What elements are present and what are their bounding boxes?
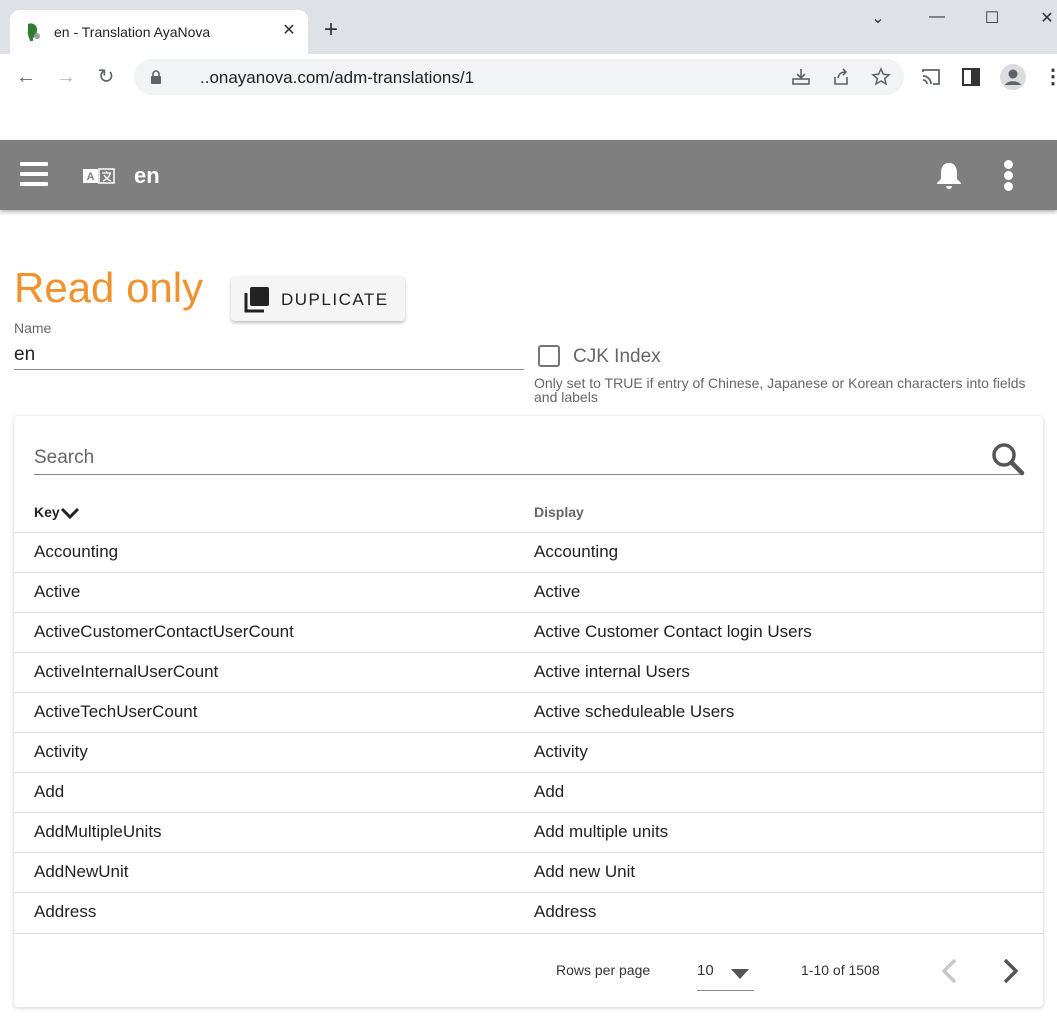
translate-icon: A bbox=[83, 168, 115, 184]
table-row[interactable]: ActiveTechUserCount Active scheduleable … bbox=[14, 693, 1043, 733]
search-input[interactable] bbox=[34, 444, 974, 472]
dropdown-arrow-icon bbox=[731, 969, 749, 979]
column-header-key[interactable]: Key bbox=[34, 504, 60, 520]
cell-display: Add bbox=[534, 782, 565, 801]
profile-avatar-icon[interactable] bbox=[1000, 64, 1026, 90]
next-page-icon[interactable] bbox=[1000, 956, 1022, 986]
cell-key: AddNewUnit bbox=[34, 862, 129, 881]
side-panel-icon[interactable] bbox=[960, 66, 982, 88]
address-bar[interactable]: ..onayanova.com/adm-translations/1 bbox=[134, 59, 904, 95]
notifications-bell-icon[interactable] bbox=[934, 160, 964, 190]
browser-toolbar: ← → ↻ ..onayanova.com/adm-translations/1… bbox=[0, 54, 1057, 100]
bookmark-star-icon[interactable] bbox=[871, 67, 891, 87]
cell-key: ActiveCustomerContactUserCount bbox=[34, 622, 294, 641]
svg-text:A: A bbox=[87, 171, 95, 183]
table-row[interactable]: Active Active bbox=[14, 573, 1043, 613]
cell-key: ActiveInternalUserCount bbox=[34, 662, 219, 681]
cell-display: Add multiple units bbox=[534, 822, 669, 841]
back-arrow-icon[interactable]: ← bbox=[15, 66, 37, 88]
browser-tabstrip: en - Translation AyaNova ✕ + ⌄ — ☐ ✕ bbox=[0, 0, 1057, 54]
lock-icon bbox=[151, 70, 161, 84]
cjk-index-checkbox[interactable] bbox=[538, 345, 560, 367]
cell-key: Activity bbox=[34, 742, 88, 761]
more-vert-icon[interactable] bbox=[1000, 160, 1016, 191]
previous-page-icon[interactable] bbox=[938, 956, 960, 986]
read-only-status: Read only bbox=[14, 264, 204, 311]
column-header-display[interactable]: Display bbox=[534, 504, 584, 520]
table-row[interactable]: Accounting Accounting bbox=[14, 533, 1043, 573]
table-header: Key Display bbox=[14, 496, 1043, 533]
rows-per-page-label: Rows per page bbox=[556, 962, 651, 978]
search-icon[interactable] bbox=[991, 442, 1025, 476]
browser-tab[interactable]: en - Translation AyaNova ✕ bbox=[10, 10, 308, 54]
table-row[interactable]: ActiveCustomerContactUserCount Active Cu… bbox=[14, 613, 1043, 653]
name-field[interactable]: en bbox=[14, 338, 524, 370]
cjk-index-hint: Only set to TRUE if entry of Chinese, Ja… bbox=[534, 375, 1026, 405]
table-row[interactable]: Address Address bbox=[14, 893, 1043, 934]
minimize-icon[interactable]: — bbox=[925, 8, 949, 32]
rows-per-page-value: 10 bbox=[697, 962, 714, 979]
cjk-index-label[interactable]: CJK Index bbox=[573, 346, 661, 368]
cell-key: Accounting bbox=[34, 542, 119, 561]
app-bar: A en bbox=[0, 140, 1057, 210]
cell-key: Add bbox=[34, 782, 65, 801]
cell-display: Address bbox=[534, 902, 597, 921]
table-row[interactable]: Add Add bbox=[14, 773, 1043, 813]
cast-icon[interactable] bbox=[920, 66, 942, 88]
translations-table-card: Key Display Accounting Accounting Active… bbox=[14, 416, 1043, 1007]
maximize-icon[interactable]: ☐ bbox=[980, 8, 1004, 32]
cell-display: Active internal Users bbox=[534, 662, 690, 681]
sort-descending-chevron-icon[interactable] bbox=[60, 506, 80, 520]
tab-title: en - Translation AyaNova bbox=[54, 24, 211, 40]
cell-display: Active bbox=[534, 582, 581, 601]
tab-close-icon[interactable]: ✕ bbox=[280, 20, 298, 40]
reload-icon[interactable]: ↻ bbox=[95, 66, 117, 88]
duplicate-label: DUPLICATE bbox=[281, 290, 389, 309]
forward-arrow-icon[interactable]: → bbox=[55, 66, 77, 88]
share-icon[interactable] bbox=[831, 67, 851, 87]
cell-display: Active Customer Contact login Users bbox=[534, 622, 812, 641]
menu-icon[interactable] bbox=[20, 162, 48, 186]
window-close-icon[interactable]: ✕ bbox=[1035, 8, 1057, 32]
page-range-text: 1-10 of 1508 bbox=[801, 962, 880, 978]
appbar-title: en bbox=[134, 163, 160, 188]
tab-search-chevron-icon[interactable]: ⌄ bbox=[866, 8, 890, 32]
cell-display: Accounting bbox=[534, 542, 619, 561]
duplicate-icon bbox=[244, 287, 269, 313]
duplicate-button[interactable]: DUPLICATE bbox=[231, 276, 405, 321]
install-app-icon[interactable] bbox=[791, 67, 811, 87]
cell-display: Active scheduleable Users bbox=[534, 702, 735, 721]
cell-display: Add new Unit bbox=[534, 862, 636, 881]
table-row[interactable]: AddNewUnit Add new Unit bbox=[14, 853, 1043, 893]
cell-display: Activity bbox=[534, 742, 588, 761]
browser-menu-icon[interactable]: ⋮ bbox=[1042, 66, 1057, 88]
rows-per-page-select[interactable]: 10 bbox=[697, 953, 754, 991]
table-row[interactable]: ActiveInternalUserCount Active internal … bbox=[14, 653, 1043, 693]
cell-key: Active bbox=[34, 582, 81, 601]
cell-key: AddMultipleUnits bbox=[34, 822, 162, 841]
ayanova-favicon-icon bbox=[27, 23, 40, 41]
table-row[interactable]: AddMultipleUnits Add multiple units bbox=[14, 813, 1043, 853]
new-tab-icon[interactable]: + bbox=[324, 18, 338, 42]
table-row[interactable]: Activity Activity bbox=[14, 733, 1043, 773]
cell-key: ActiveTechUserCount bbox=[34, 702, 198, 721]
url-text: ..onayanova.com/adm-translations/1 bbox=[200, 68, 475, 87]
cell-key: Address bbox=[34, 902, 97, 921]
search-field bbox=[34, 440, 1025, 476]
name-label: Name bbox=[14, 320, 52, 336]
